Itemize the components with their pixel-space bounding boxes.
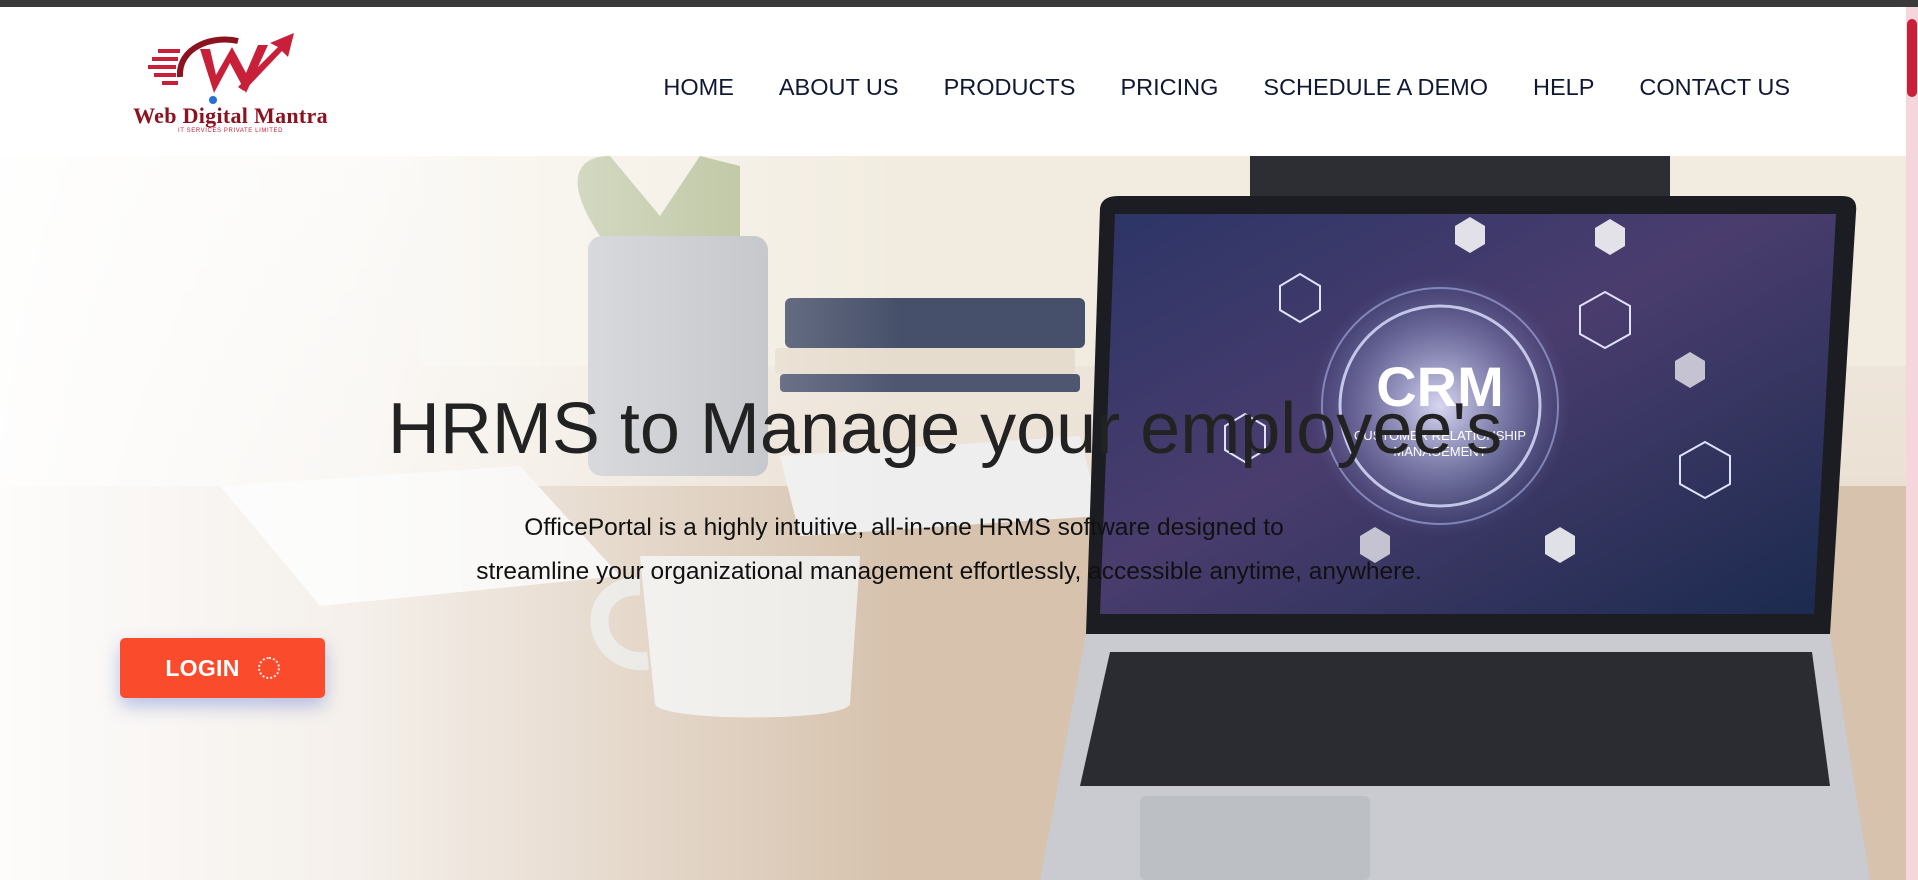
main-nav: HOME ABOUT US PRODUCTS PRICING SCHEDULE … (663, 74, 1790, 101)
brand-name: Web Digital Mantra (133, 103, 328, 128)
site-header: Web Digital Mantra IT SERVICES PRIVATE L… (0, 7, 1906, 156)
login-button[interactable]: LOGIN (120, 638, 325, 698)
w-arrow-logo-icon (148, 33, 294, 104)
brand-tagline: IT SERVICES PRIVATE LIMITED (177, 128, 284, 134)
nav-home[interactable]: HOME (663, 74, 734, 101)
nav-pricing[interactable]: PRICING (1120, 74, 1218, 101)
login-button-label: LOGIN (165, 654, 240, 681)
nav-products[interactable]: PRODUCTS (944, 74, 1076, 101)
hero-description-line1: OfficePortal is a highly intuitive, all-… (524, 514, 1284, 541)
spinner-icon (257, 657, 280, 679)
scrollbar-thumb[interactable] (1907, 19, 1917, 97)
page-scrollbar[interactable] (1906, 7, 1918, 880)
nav-contact-us[interactable]: CONTACT US (1639, 74, 1790, 101)
hero-description: OfficePortal is a highly intuitive, all-… (0, 506, 1906, 594)
hero-section: CRM CUSTOMER RELATIONSHIP MANAGEMENT HRM… (0, 156, 1906, 880)
nav-schedule-demo[interactable]: SCHEDULE A DEMO (1263, 74, 1488, 101)
hero-description-line2: streamline your organizational managemen… (476, 558, 1422, 585)
hero-title: HRMS to Manage your employee's (387, 389, 1503, 469)
nav-about-us[interactable]: ABOUT US (779, 74, 899, 101)
browser-top-bar (0, 0, 1918, 7)
nav-help[interactable]: HELP (1533, 74, 1594, 101)
brand-logo[interactable]: Web Digital Mantra IT SERVICES PRIVATE L… (118, 27, 343, 139)
